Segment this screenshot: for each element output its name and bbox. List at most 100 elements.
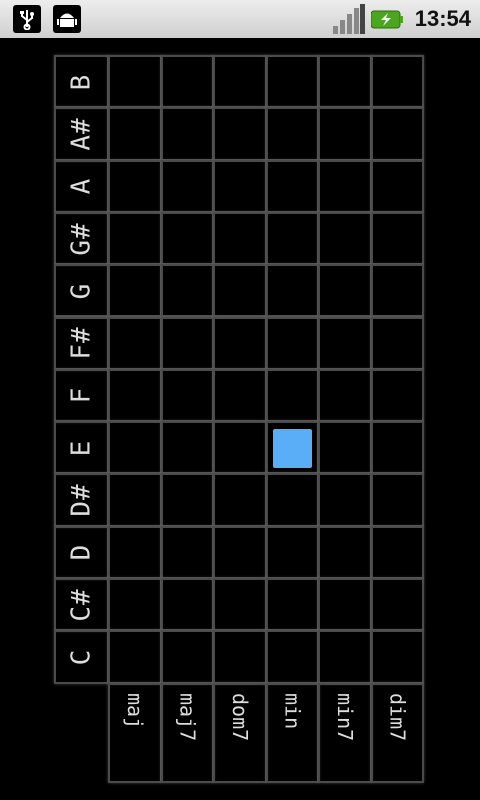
grid-cell-f-dom7[interactable] xyxy=(213,368,267,423)
chord-label-text: min7 xyxy=(332,692,357,741)
note-label-text: G xyxy=(66,282,97,300)
grid-cell-b-min[interactable] xyxy=(265,55,319,109)
status-bar: 13:54 xyxy=(0,0,480,38)
grid-cell-e-dim7[interactable] xyxy=(370,421,424,475)
note-label-text: G# xyxy=(66,221,97,256)
grid-cell-c-dim7[interactable] xyxy=(370,630,424,684)
grid-cell-c-sharp-min[interactable] xyxy=(265,578,319,632)
grid-cell-c-sharp-min7[interactable] xyxy=(318,578,372,632)
grid-cell-g-sharp-dim7[interactable] xyxy=(370,211,424,266)
note-label-a: A xyxy=(54,159,109,213)
grid-cell-d-sharp-min[interactable] xyxy=(265,473,319,527)
grid-cell-a-sharp-min[interactable] xyxy=(265,107,319,161)
chord-label-min[interactable]: min xyxy=(265,682,319,783)
grid-cell-c-sharp-dim7[interactable] xyxy=(370,578,424,632)
grid-cell-b-maj7[interactable] xyxy=(160,55,214,109)
status-time: 13:54 xyxy=(414,6,471,31)
chord-label-text: maj7 xyxy=(175,692,200,741)
grid-cell-d-min7[interactable] xyxy=(318,525,372,579)
chord-label-dim7[interactable]: dim7 xyxy=(370,682,424,783)
grid-cell-f-maj[interactable] xyxy=(108,368,162,423)
chord-label-text: maj xyxy=(122,692,147,729)
note-label-c-sharp: C# xyxy=(54,578,109,632)
grid-cell-f-sharp-dim7[interactable] xyxy=(370,316,424,370)
grid-cell-f-min[interactable] xyxy=(265,368,319,423)
grid-cell-d-sharp-maj[interactable] xyxy=(108,473,162,527)
grid-cell-e-maj[interactable] xyxy=(108,421,162,475)
grid-cell-g-sharp-dom7[interactable] xyxy=(213,211,267,266)
grid-cell-g-min7[interactable] xyxy=(318,264,372,318)
grid-cell-c-min7[interactable] xyxy=(318,630,372,684)
chord-label-min7[interactable]: min7 xyxy=(318,682,372,783)
grid-cell-g-sharp-maj7[interactable] xyxy=(160,211,214,266)
grid-cell-c-sharp-dom7[interactable] xyxy=(213,578,267,632)
grid-cell-g-maj[interactable] xyxy=(108,264,162,318)
grid-cell-d-sharp-dim7[interactable] xyxy=(370,473,424,527)
note-label-d: D xyxy=(54,525,109,579)
signal-icon xyxy=(333,4,365,34)
grid-cell-f-dim7[interactable] xyxy=(370,368,424,423)
grid-cell-d-dom7[interactable] xyxy=(213,525,267,579)
grid-cell-a-sharp-dim7[interactable] xyxy=(370,107,424,161)
grid-cell-d-maj[interactable] xyxy=(108,525,162,579)
grid-cell-d-min[interactable] xyxy=(265,525,319,579)
note-label-a-sharp: A# xyxy=(54,107,109,161)
chord-label-maj[interactable]: maj xyxy=(108,682,162,783)
grid-cell-g-sharp-min7[interactable] xyxy=(318,211,372,266)
chord-grid: B A# A G# G F# F E D# D C# Cmaj maj7 dom7 min min7 dim7 xyxy=(54,55,426,785)
note-label-text: D xyxy=(66,544,97,561)
grid-cell-c-maj[interactable] xyxy=(108,630,162,684)
note-label-f: F xyxy=(54,368,109,423)
grid-cell-a-min7[interactable] xyxy=(318,159,372,213)
grid-cell-a-dim7[interactable] xyxy=(370,159,424,213)
note-label-g: G xyxy=(54,264,109,318)
grid-cell-e-dom7[interactable] xyxy=(213,421,267,475)
grid-cell-f-maj7[interactable] xyxy=(160,368,214,423)
grid-cell-c-sharp-maj[interactable] xyxy=(108,578,162,632)
chord-label-text: dom7 xyxy=(227,692,252,741)
grid-cell-e-maj7[interactable] xyxy=(160,421,214,475)
grid-cell-d-maj7[interactable] xyxy=(160,525,214,579)
grid-cell-g-dim7[interactable] xyxy=(370,264,424,318)
grid-cell-g-sharp-maj[interactable] xyxy=(108,211,162,266)
grid-cell-g-min[interactable] xyxy=(265,264,319,318)
grid-cell-a-sharp-maj7[interactable] xyxy=(160,107,214,161)
chord-label-text: dim7 xyxy=(385,692,410,741)
grid-cell-d-sharp-min7[interactable] xyxy=(318,473,372,527)
chord-label-maj7[interactable]: maj7 xyxy=(160,682,214,783)
grid-cell-c-sharp-maj7[interactable] xyxy=(160,578,214,632)
grid-cell-b-maj[interactable] xyxy=(108,55,162,109)
grid-cell-a-dom7[interactable] xyxy=(213,159,267,213)
grid-cell-d-sharp-dom7[interactable] xyxy=(213,473,267,527)
grid-cell-g-maj7[interactable] xyxy=(160,264,214,318)
grid-cell-f-sharp-maj[interactable] xyxy=(108,316,162,370)
grid-cell-c-maj7[interactable] xyxy=(160,630,214,684)
grid-cell-f-sharp-maj7[interactable] xyxy=(160,316,214,370)
grid-cell-b-dim7[interactable] xyxy=(370,55,424,109)
note-label-text: D# xyxy=(66,483,97,517)
grid-cell-a-sharp-dom7[interactable] xyxy=(213,107,267,161)
grid-cell-a-sharp-min7[interactable] xyxy=(318,107,372,161)
grid-cell-d-sharp-maj7[interactable] xyxy=(160,473,214,527)
grid-cell-g-dom7[interactable] xyxy=(213,264,267,318)
grid-cell-f-sharp-dom7[interactable] xyxy=(213,316,267,370)
grid-cell-b-dom7[interactable] xyxy=(213,55,267,109)
grid-cell-f-sharp-min7[interactable] xyxy=(318,316,372,370)
grid-cell-a-sharp-maj[interactable] xyxy=(108,107,162,161)
grid-cell-a-maj7[interactable] xyxy=(160,159,214,213)
grid-cell-d-dim7[interactable] xyxy=(370,525,424,579)
note-label-c: C xyxy=(54,630,109,684)
grid-cell-g-sharp-min[interactable] xyxy=(265,211,319,266)
grid-cell-a-min[interactable] xyxy=(265,159,319,213)
grid-cell-a-maj[interactable] xyxy=(108,159,162,213)
note-label-text: F xyxy=(66,387,97,404)
grid-cell-f-sharp-min[interactable] xyxy=(265,316,319,370)
grid-cell-e-min7[interactable] xyxy=(318,421,372,475)
grid-cell-f-min7[interactable] xyxy=(318,368,372,423)
grid-cell-c-min[interactable] xyxy=(265,630,319,684)
grid-cell-c-dom7[interactable] xyxy=(213,630,267,684)
note-label-text: B xyxy=(66,73,97,90)
chord-label-dom7[interactable]: dom7 xyxy=(213,682,267,783)
grid-cell-e-min[interactable] xyxy=(265,421,319,475)
grid-cell-b-min7[interactable] xyxy=(318,55,372,109)
